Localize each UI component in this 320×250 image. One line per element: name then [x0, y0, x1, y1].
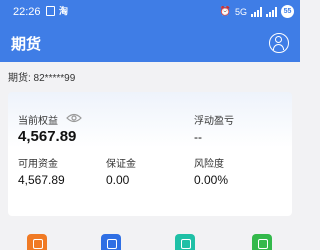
profile-icon[interactable]	[269, 33, 289, 53]
alarm-icon: ⏰	[219, 6, 231, 16]
account-number: 期货: 82*****99	[8, 73, 76, 84]
equity-value: 4,567.89	[18, 128, 77, 145]
floating-pl-label: 浮动盈亏	[194, 116, 234, 127]
battery-icon: 55	[281, 5, 294, 18]
eye-icon[interactable]	[66, 113, 82, 123]
account-summary-card: 当前权益 浮动盈亏 4,567.89 -- 可用资金 保证金 风险度 4,567…	[8, 92, 292, 216]
orange-icon[interactable]	[27, 234, 47, 250]
green-icon[interactable]	[252, 234, 272, 250]
signal-bars-icon	[251, 6, 262, 17]
risk-value: 0.00%	[194, 173, 229, 187]
quick-actions-row	[0, 234, 300, 250]
signal-label: 5G	[234, 6, 247, 17]
status-right-icons: ⏰ 5G 55	[220, 5, 294, 18]
status-bar: 22:26 淘 ⏰ 5G 55	[0, 0, 300, 26]
app-bar: 期货	[0, 26, 300, 62]
signal-bars-2-icon	[266, 6, 277, 17]
taobao-notification-icon: 淘	[59, 6, 69, 16]
available-value: 4,567.89	[18, 173, 65, 187]
image-notification-icon	[46, 6, 55, 16]
floating-pl-value: --	[194, 130, 202, 144]
available-label: 可用资金	[18, 159, 58, 170]
risk-label: 风险度	[194, 159, 224, 170]
page-title: 期货	[11, 36, 42, 53]
margin-label: 保证金	[106, 159, 136, 170]
margin-value: 0.00	[106, 173, 130, 187]
blue-icon[interactable]	[101, 234, 121, 250]
status-time: 22:26	[13, 6, 41, 18]
status-left-icons: 淘	[46, 6, 71, 16]
equity-label: 当前权益	[18, 116, 58, 127]
teal-icon[interactable]	[175, 234, 195, 250]
